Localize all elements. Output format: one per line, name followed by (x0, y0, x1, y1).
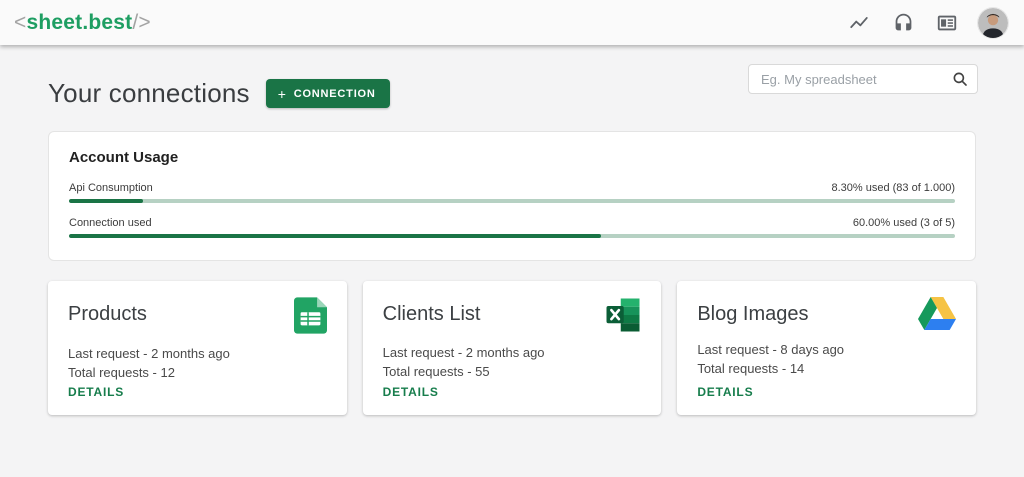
connection-used-fill (69, 234, 601, 238)
google-sheets-icon (294, 297, 327, 339)
connection-meta: Last request - 8 days ago Total requests… (697, 341, 956, 379)
plus-icon: + (278, 89, 287, 99)
logo-brand-text: sheet.best (26, 11, 132, 34)
search-icon[interactable] (951, 70, 969, 88)
google-drive-icon (918, 297, 956, 335)
add-connection-button[interactable]: + CONNECTION (266, 79, 390, 108)
user-avatar[interactable] (978, 8, 1008, 38)
logo-close-bracket: /> (132, 11, 151, 34)
api-consumption-track (69, 199, 955, 203)
connection-card-clients-list[interactable]: Clients List Last (363, 281, 662, 415)
api-consumption-label: Api Consumption (69, 182, 153, 194)
top-header: <sheet.best/> (0, 0, 1024, 45)
connection-name: Clients List (383, 303, 481, 326)
connection-meta: Last request - 2 months ago Total reques… (383, 344, 642, 382)
excel-icon (605, 297, 641, 338)
connection-card-products[interactable]: Products Last request - 2 mo (48, 281, 347, 415)
connection-used-track (69, 234, 955, 238)
activity-chart-icon[interactable] (846, 10, 872, 36)
connection-name: Products (68, 303, 147, 326)
api-consumption-fill (69, 199, 143, 203)
total-requests-text: Total requests - 12 (68, 364, 327, 383)
connection-used-value: 60.00% used (3 of 5) (853, 217, 955, 229)
total-requests-text: Total requests - 14 (697, 360, 956, 379)
search-input[interactable] (761, 72, 951, 87)
main-content: Your connections + CONNECTION Account Us… (0, 78, 1024, 415)
connections-grid: Products Last request - 2 mo (48, 281, 976, 415)
connection-name: Blog Images (697, 303, 808, 326)
connection-used-label: Connection used (69, 217, 152, 229)
add-connection-label: CONNECTION (294, 88, 376, 100)
title-row: Your connections + CONNECTION (48, 78, 976, 109)
connection-used-meter: Connection used 60.00% used (3 of 5) (69, 217, 955, 238)
support-headset-icon[interactable] (890, 10, 916, 36)
search-box (748, 64, 978, 94)
logo-open-bracket: < (14, 11, 26, 34)
details-link[interactable]: DETAILS (383, 385, 439, 399)
details-link[interactable]: DETAILS (68, 385, 124, 399)
details-link[interactable]: DETAILS (697, 385, 753, 399)
total-requests-text: Total requests - 55 (383, 363, 642, 382)
billing-card-icon[interactable] (934, 10, 960, 36)
header-actions (846, 8, 1008, 38)
last-request-text: Last request - 8 days ago (697, 341, 956, 360)
app-logo[interactable]: <sheet.best/> (14, 11, 151, 35)
account-usage-title: Account Usage (69, 149, 955, 166)
account-usage-card: Account Usage Api Consumption 8.30% used… (48, 131, 976, 261)
last-request-text: Last request - 2 months ago (68, 345, 327, 364)
last-request-text: Last request - 2 months ago (383, 344, 642, 363)
api-consumption-meter: Api Consumption 8.30% used (83 of 1.000) (69, 182, 955, 203)
page-title: Your connections (48, 78, 250, 109)
connection-card-blog-images[interactable]: Blog Images Last request - 8 days ago To… (677, 281, 976, 415)
api-consumption-value: 8.30% used (83 of 1.000) (831, 182, 955, 194)
connection-meta: Last request - 2 months ago Total reques… (68, 345, 327, 383)
